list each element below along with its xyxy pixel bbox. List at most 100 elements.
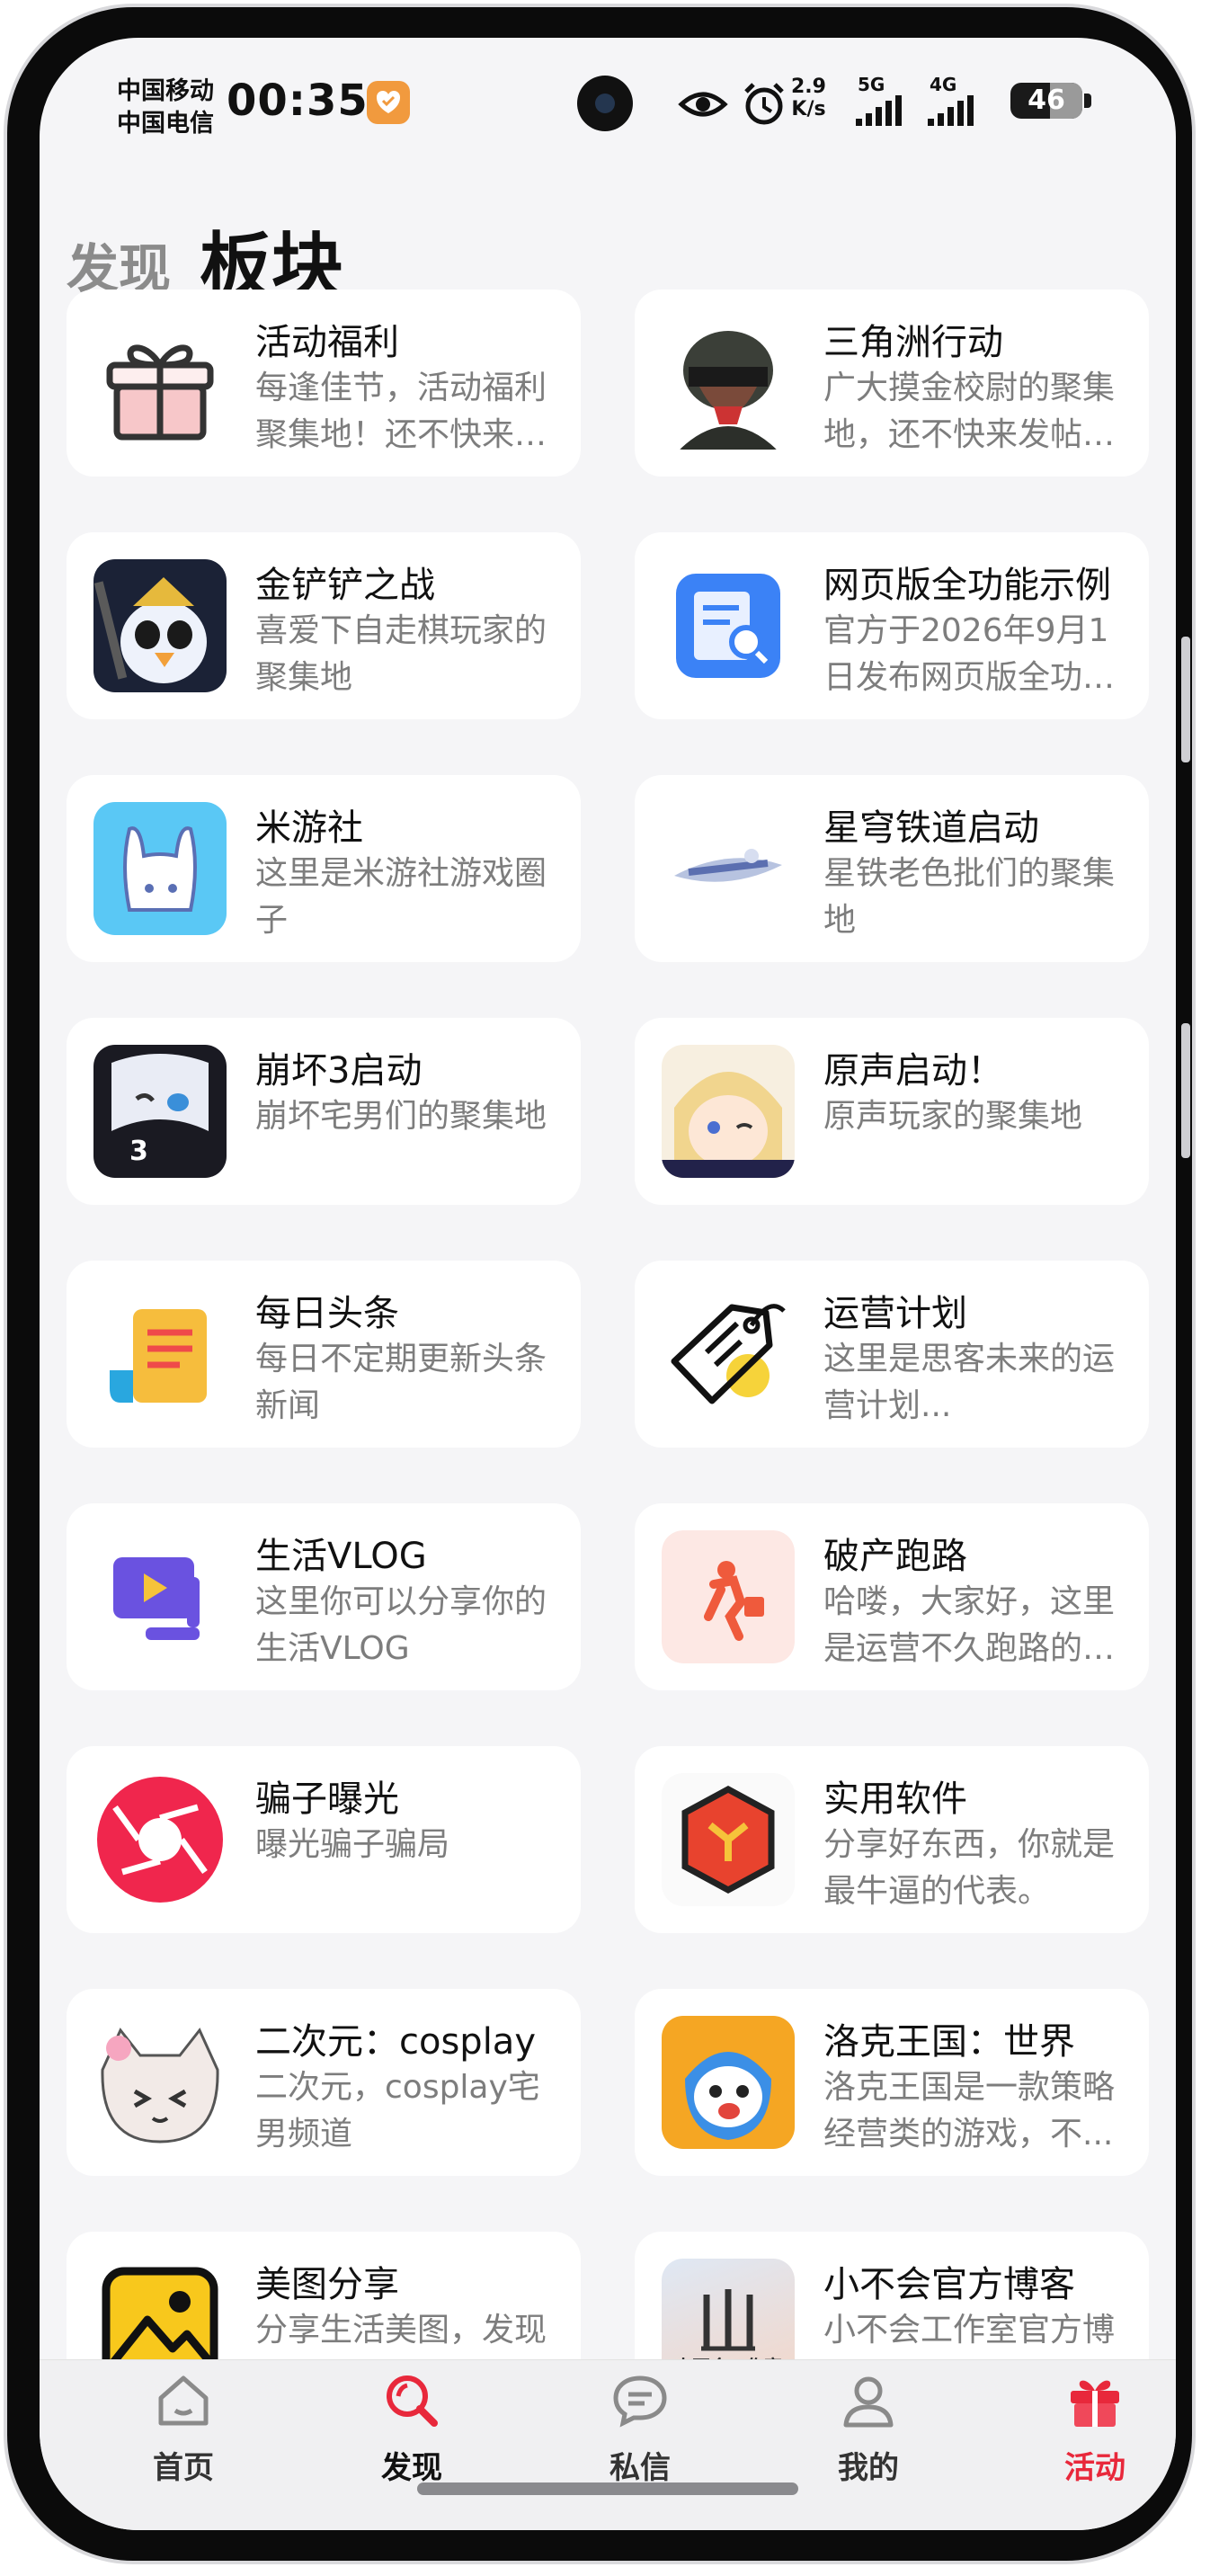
board-name: 骗子曝光 [255,1778,399,1820]
board-card-cosplay[interactable]: 二次元：cosplay 二次元，cosplay宅男频道 [67,1989,581,2176]
board-card-web-demo[interactable]: 网页版全功能示例 官方于2026年9月1日发布网页版全功能示例... [635,532,1149,719]
genshin-game-icon [662,1045,795,1178]
board-name: 网页版全功能示例 [823,565,1111,606]
board-card-tft[interactable]: 金铲铲之战 喜爱下自走棋玩家的聚集地 [67,532,581,719]
board-desc: 崩坏宅男们的聚集地 [255,1098,547,1135]
star-rail-logo-icon [662,802,795,935]
board-desc: 喜爱下自走棋玩家的聚集地 [255,612,547,696]
gift-icon [93,316,227,450]
board-card-delta-force[interactable]: 三角洲行动 广大摸金校尉的聚集地，还不快来发帖交流... [635,290,1149,477]
board-card-star-rail[interactable]: 星穹铁道启动 星铁老色批们的聚集地 [635,775,1149,962]
nav-home[interactable]: 首页 [120,2371,246,2487]
profile-icon [843,2376,894,2428]
roco-kingdom-game-icon [662,2016,795,2149]
aperture-icon [93,1773,227,1906]
board-desc: 原声玩家的聚集地 [823,1098,1083,1135]
svg-text:3: 3 [129,1136,148,1167]
carrier-1: 中国移动 [117,77,214,105]
board-name: 运营计划 [823,1293,967,1334]
board-card-activity[interactable]: 活动福利 每逢佳节，活动福利聚集地！还不快来发帖... [67,290,581,477]
board-desc: 广大摸金校尉的聚集地，还不快来发帖交流... [823,370,1116,453]
board-name: 米游社 [255,807,363,849]
nav-label: 活动 [1064,2450,1125,2486]
board-desc: 这里是思客未来的运营计划... [823,1341,1116,1424]
board-name: 原声启动！ [823,1050,1003,1092]
delta-force-game-icon [662,316,795,450]
status-bar: 中国移动 中国电信 00:35 2.9 K/s 5G 4G 46 [40,38,1176,173]
screen: 中国移动 中国电信 00:35 2.9 K/s 5G 4G 46 发现 板块 活… [40,38,1176,2530]
home-indicator[interactable] [417,2482,798,2495]
board-card-vlog[interactable]: 生活VLOG 这里你可以分享你的生活VLOG [67,1503,581,1690]
carrier-labels: 中国移动 中国电信 [117,76,214,140]
running-person-icon [662,1530,795,1663]
gift-icon [1071,2380,1119,2427]
tft-game-icon [93,559,227,692]
board-name: 活动福利 [255,322,399,363]
phone-frame: 中国移动 中国电信 00:35 2.9 K/s 5G 4G 46 发现 板块 活… [7,7,1192,2561]
volume-button [1181,637,1190,762]
nav-label: 私信 [609,2450,671,2486]
board-desc: 曝光骗子骗局 [255,1826,450,1863]
speed-value: 2.9 [791,76,826,98]
board-card-bankrupt[interactable]: 破产跑路 哈喽，大家好，这里是运营不久跑路的地方... [635,1503,1149,1690]
board-desc: 洛克王国是一款策略经营类的游戏，不... [823,2069,1116,2153]
web-document-icon [662,559,795,692]
board-name: 洛克王国：世界 [823,2021,1075,2063]
honkai3-game-icon: 3 [93,1045,227,1178]
board-name: 每日头条 [255,1293,399,1334]
board-desc: 哈喽，大家好，这里是运营不久跑路的地方... [823,1583,1116,1667]
clock: 00:35 [227,76,369,126]
board-desc: 分享好东西，你就是最牛逼的代表。 [823,1826,1116,1910]
board-name: 金铲铲之战 [255,565,435,606]
nav-label: 首页 [153,2450,214,2486]
board-name: 星穹铁道启动 [823,807,1039,849]
board-card-miyoushe[interactable]: 米游社 这里是米游社游戏圈子 [67,775,581,962]
home-icon [158,2375,209,2426]
message-icon [613,2375,667,2428]
board-name: 三角洲行动 [823,322,1003,363]
net-5g-label: 5G [858,74,885,95]
anime-girl-avatar-icon [93,2016,227,2149]
video-camera-icon [93,1530,227,1663]
board-name: 生活VLOG [255,1536,427,1577]
board-desc: 这里你可以分享你的生活VLOG [255,1583,547,1667]
board-desc: 这里是米游社游戏圈子 [255,855,547,939]
board-card-ops-plan[interactable]: 运营计划 这里是思客未来的运营计划... [635,1261,1149,1448]
discover-icon [387,2375,438,2427]
battery-indicator: 46 [1010,83,1091,119]
price-tag-icon [662,1288,795,1421]
nav-label: 我的 [838,2450,899,2486]
battery-level: 46 [1028,85,1065,116]
news-scroll-icon [93,1288,227,1421]
board-card-roco-kingdom[interactable]: 洛克王国：世界 洛克王国是一款策略经营类的游戏，不... [635,1989,1149,2176]
board-desc: 每日不定期更新头条新闻 [255,1341,547,1424]
signal-icon-2 [928,95,974,126]
nav-events[interactable]: 活动 [1032,2371,1158,2487]
board-card-genshin[interactable]: 原声启动！ 原声玩家的聚集地 [635,1018,1149,1205]
nav-discover[interactable]: 发现 [349,2371,475,2487]
board-name: 美图分享 [255,2264,399,2305]
alarm-icon [744,83,784,125]
bottom-navigation: 首页 发现 私信 我的 活动 [40,2359,1176,2530]
carrier-2: 中国电信 [117,110,214,138]
board-desc: 每逢佳节，活动福利聚集地！还不快来发帖... [255,370,547,453]
nav-label: 发现 [381,2450,442,2486]
board-name: 崩坏3启动 [255,1050,423,1092]
board-name: 实用软件 [823,1778,967,1820]
net-4g-label: 4G [930,74,957,95]
board-name: 破产跑路 [823,1536,967,1577]
nav-messages[interactable]: 私信 [577,2371,703,2487]
board-card-scam-expose[interactable]: 骗子曝光 曝光骗子骗局 [67,1746,581,1933]
board-card-useful-software[interactable]: 实用软件 分享好东西，你就是最牛逼的代表。 [635,1746,1149,1933]
board-card-daily-news[interactable]: 每日头条 每日不定期更新头条新闻 [67,1261,581,1448]
board-desc: 二次元，cosplay宅男频道 [255,2069,540,2153]
power-button [1181,1023,1190,1158]
speed-unit: K/s [791,98,826,120]
board-name: 小不会官方博客 [823,2264,1075,2305]
signal-icon [856,95,902,126]
front-camera [577,76,633,131]
nav-profile[interactable]: 我的 [805,2371,931,2487]
board-card-honkai3[interactable]: 3 崩坏3启动 崩坏宅男们的聚集地 [67,1018,581,1205]
board-desc: 官方于2026年9月1日发布网页版全功能示例... [823,612,1116,696]
app-notification-icon [367,81,410,124]
